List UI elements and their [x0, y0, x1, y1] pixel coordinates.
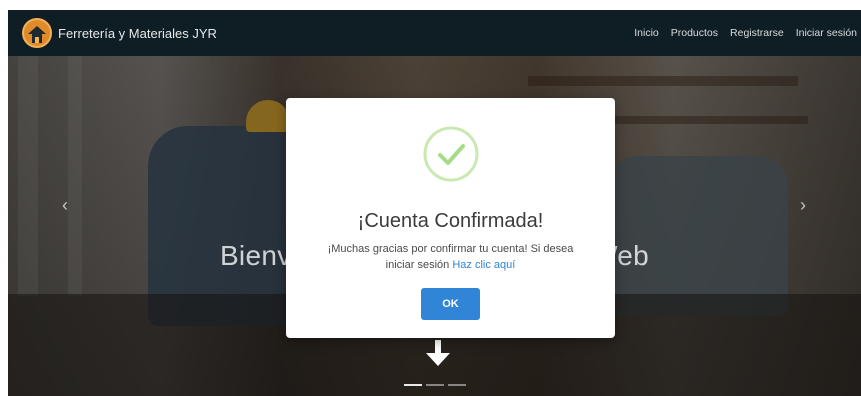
nav-link-registrarse[interactable]: Registrarse [730, 27, 784, 39]
chevron-right-icon[interactable]: › [800, 196, 806, 214]
dialog-message: ¡Muchas gracias por confirmar tu cuenta!… [316, 241, 585, 273]
carousel-indicator[interactable] [404, 384, 422, 386]
check-circle-icon [423, 126, 479, 182]
carousel-indicator[interactable] [448, 384, 466, 386]
ok-button[interactable]: OK [421, 288, 480, 320]
arrow-down-icon[interactable] [424, 338, 452, 368]
brand-name: Ferretería y Materiales JYR [58, 25, 217, 41]
dialog-message-text: ¡Muchas gracias por confirmar tu cuenta!… [327, 243, 574, 271]
chevron-left-icon[interactable]: ‹ [62, 196, 68, 214]
dialog-title: ¡Cuenta Confirmada! [357, 210, 544, 232]
hardware-store-logo-icon [22, 18, 52, 48]
nav-link-inicio[interactable]: Inicio [634, 27, 659, 39]
nav-link-productos[interactable]: Productos [671, 27, 718, 39]
carousel-indicator[interactable] [426, 384, 444, 386]
navbar: Ferretería y Materiales JYR Inicio Produ… [8, 10, 861, 56]
confirmation-dialog: ¡Cuenta Confirmada! ¡Muchas gracias por … [286, 98, 615, 338]
brand[interactable]: Ferretería y Materiales JYR [22, 18, 217, 48]
carousel-indicators [404, 384, 470, 386]
nav-links: Inicio Productos Registrarse Iniciar ses… [622, 27, 857, 39]
nav-link-iniciar-sesion[interactable]: Iniciar sesión [796, 27, 857, 39]
login-link[interactable]: Haz clic aquí [452, 259, 515, 271]
browser-viewport: Ferretería y Materiales JYR Inicio Produ… [8, 10, 861, 396]
